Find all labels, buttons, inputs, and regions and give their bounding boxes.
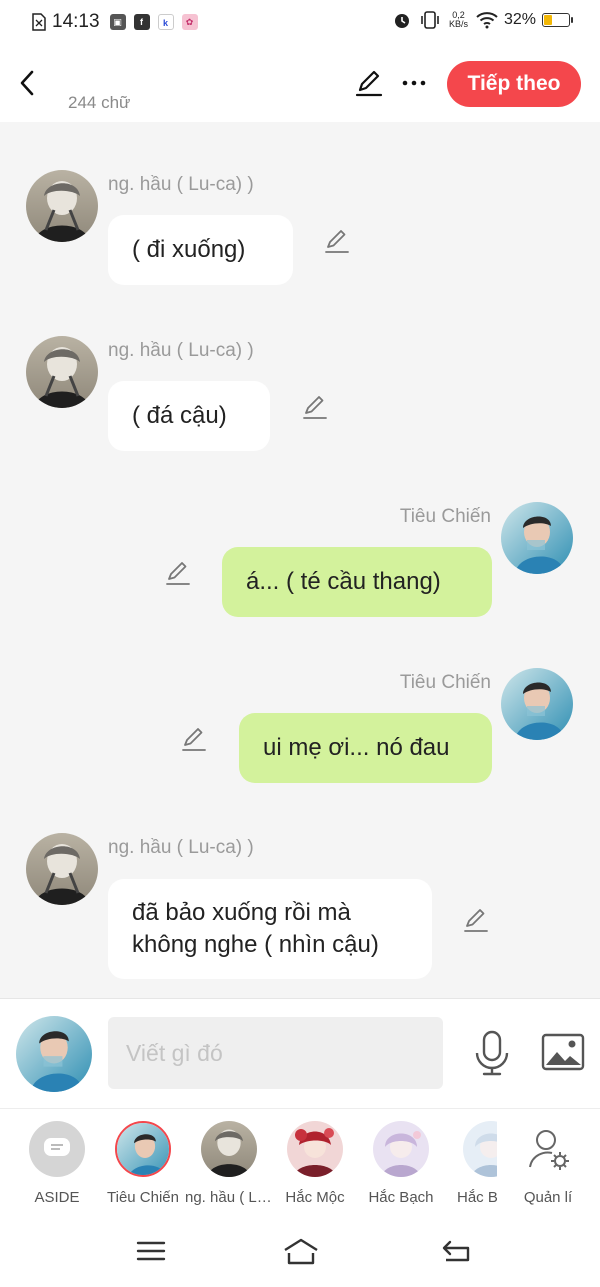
app-notification-icon: ▣ — [109, 14, 126, 30]
network-speed: 0,2 KB/s — [448, 10, 468, 29]
top-bar: 244 chữ Tiếp theo — [0, 48, 600, 122]
edit-message-icon[interactable] — [180, 725, 208, 753]
battery-level — [544, 15, 553, 25]
facebook-icon: f — [133, 14, 150, 30]
image-icon[interactable] — [541, 1033, 585, 1071]
character-label: Quản lí — [523, 1189, 573, 1206]
avatar-tieu-chien[interactable] — [501, 502, 573, 574]
character-label: ASIDE — [34, 1189, 80, 1206]
manage-user-icon — [520, 1121, 576, 1177]
aside-icon — [29, 1121, 85, 1177]
character-hac-bach[interactable]: Hắc Bạch — [353, 1121, 449, 1206]
avatar-luca[interactable] — [26, 336, 98, 408]
edit-message-icon[interactable] — [462, 906, 490, 934]
sender-name: ng. hầu ( Lu-ca) ) — [108, 174, 254, 195]
character-label: ng. hầu ( Lu-ca) ) — [185, 1189, 277, 1206]
character-bar: ASIDE Tiêu Chiến ng. hầu ( Lu-ca) ) Hắc … — [0, 1108, 600, 1216]
back-button[interactable] — [14, 66, 42, 100]
message-input[interactable] — [108, 1017, 443, 1089]
message-bubble[interactable]: ui mẹ ơi... nó đau — [239, 713, 492, 783]
clock: 14:13 — [52, 11, 100, 32]
alarm-icon — [394, 14, 409, 28]
menu-icon[interactable] — [134, 1236, 168, 1266]
battery-icon — [542, 13, 573, 27]
edit-pencil-icon[interactable] — [354, 68, 384, 98]
app-k-icon: k — [157, 14, 174, 30]
edit-message-icon[interactable] — [301, 393, 329, 421]
message-bubble[interactable]: ( đá cậu) — [108, 381, 270, 451]
home-icon[interactable] — [281, 1236, 321, 1266]
edit-message-icon[interactable] — [323, 227, 351, 255]
current-speaker-avatar[interactable] — [16, 1016, 92, 1092]
character-hac-moc[interactable]: Hắc Mộc — [267, 1121, 363, 1206]
character-label: Hắc Mộc — [285, 1189, 345, 1206]
avatar-tieu-chien[interactable] — [501, 668, 573, 740]
status-bar: 14:13 ▣ f k ✿ 0,2 KB/s 32% — [0, 0, 600, 48]
character-label: Tiêu Chiến — [107, 1189, 179, 1206]
character-hac-b[interactable]: Hắc B — [439, 1121, 497, 1206]
next-button[interactable]: Tiếp theo — [447, 61, 581, 107]
sim-icon — [32, 13, 46, 31]
wifi-icon — [476, 12, 498, 29]
avatar-hac-moc — [287, 1121, 343, 1177]
character-tieu-chien[interactable]: Tiêu Chiến — [95, 1121, 191, 1206]
avatar-luca[interactable] — [26, 170, 98, 242]
avatar-tieu-chien — [115, 1121, 171, 1177]
sender-name: ng. hầu ( Lu-ca) ) — [108, 837, 254, 858]
sender-name: Tiêu Chiến — [399, 506, 491, 527]
message-bubble[interactable]: đã bảo xuống rồi mà không nghe ( nhìn cậ… — [108, 879, 432, 979]
input-bar — [0, 998, 600, 1108]
sender-name: ng. hầu ( Lu-ca) ) — [108, 340, 254, 361]
vibrate-icon — [421, 11, 439, 29]
character-luca[interactable]: ng. hầu ( Lu-ca) ) — [181, 1121, 277, 1206]
sender-name: Tiêu Chiến — [399, 672, 491, 693]
word-count: 244 chữ — [68, 93, 131, 112]
character-manage[interactable]: Quản lí — [500, 1121, 596, 1206]
more-options-icon[interactable] — [400, 68, 428, 98]
avatar-luca — [201, 1121, 257, 1177]
character-label: Hắc B — [457, 1189, 497, 1206]
edit-message-icon[interactable] — [164, 559, 192, 587]
character-label: Hắc Bạch — [368, 1189, 434, 1206]
system-nav-bar — [0, 1216, 600, 1287]
avatar-hac-b — [463, 1121, 497, 1177]
character-aside[interactable]: ASIDE — [9, 1121, 105, 1206]
app-game-icon: ✿ — [181, 14, 198, 30]
avatar-luca[interactable] — [26, 833, 98, 905]
battery-percent: 32% — [503, 11, 536, 28]
message-bubble[interactable]: ( đi xuống) — [108, 215, 293, 285]
chat-area[interactable]: ng. hầu ( Lu-ca) ) ( đi xuống) ng. hầu (… — [0, 122, 600, 998]
back-nav-icon[interactable] — [440, 1236, 474, 1266]
message-bubble[interactable]: á... ( té cầu thang) — [222, 547, 492, 617]
avatar-hac-bach — [373, 1121, 429, 1177]
microphone-icon[interactable] — [472, 1029, 512, 1077]
